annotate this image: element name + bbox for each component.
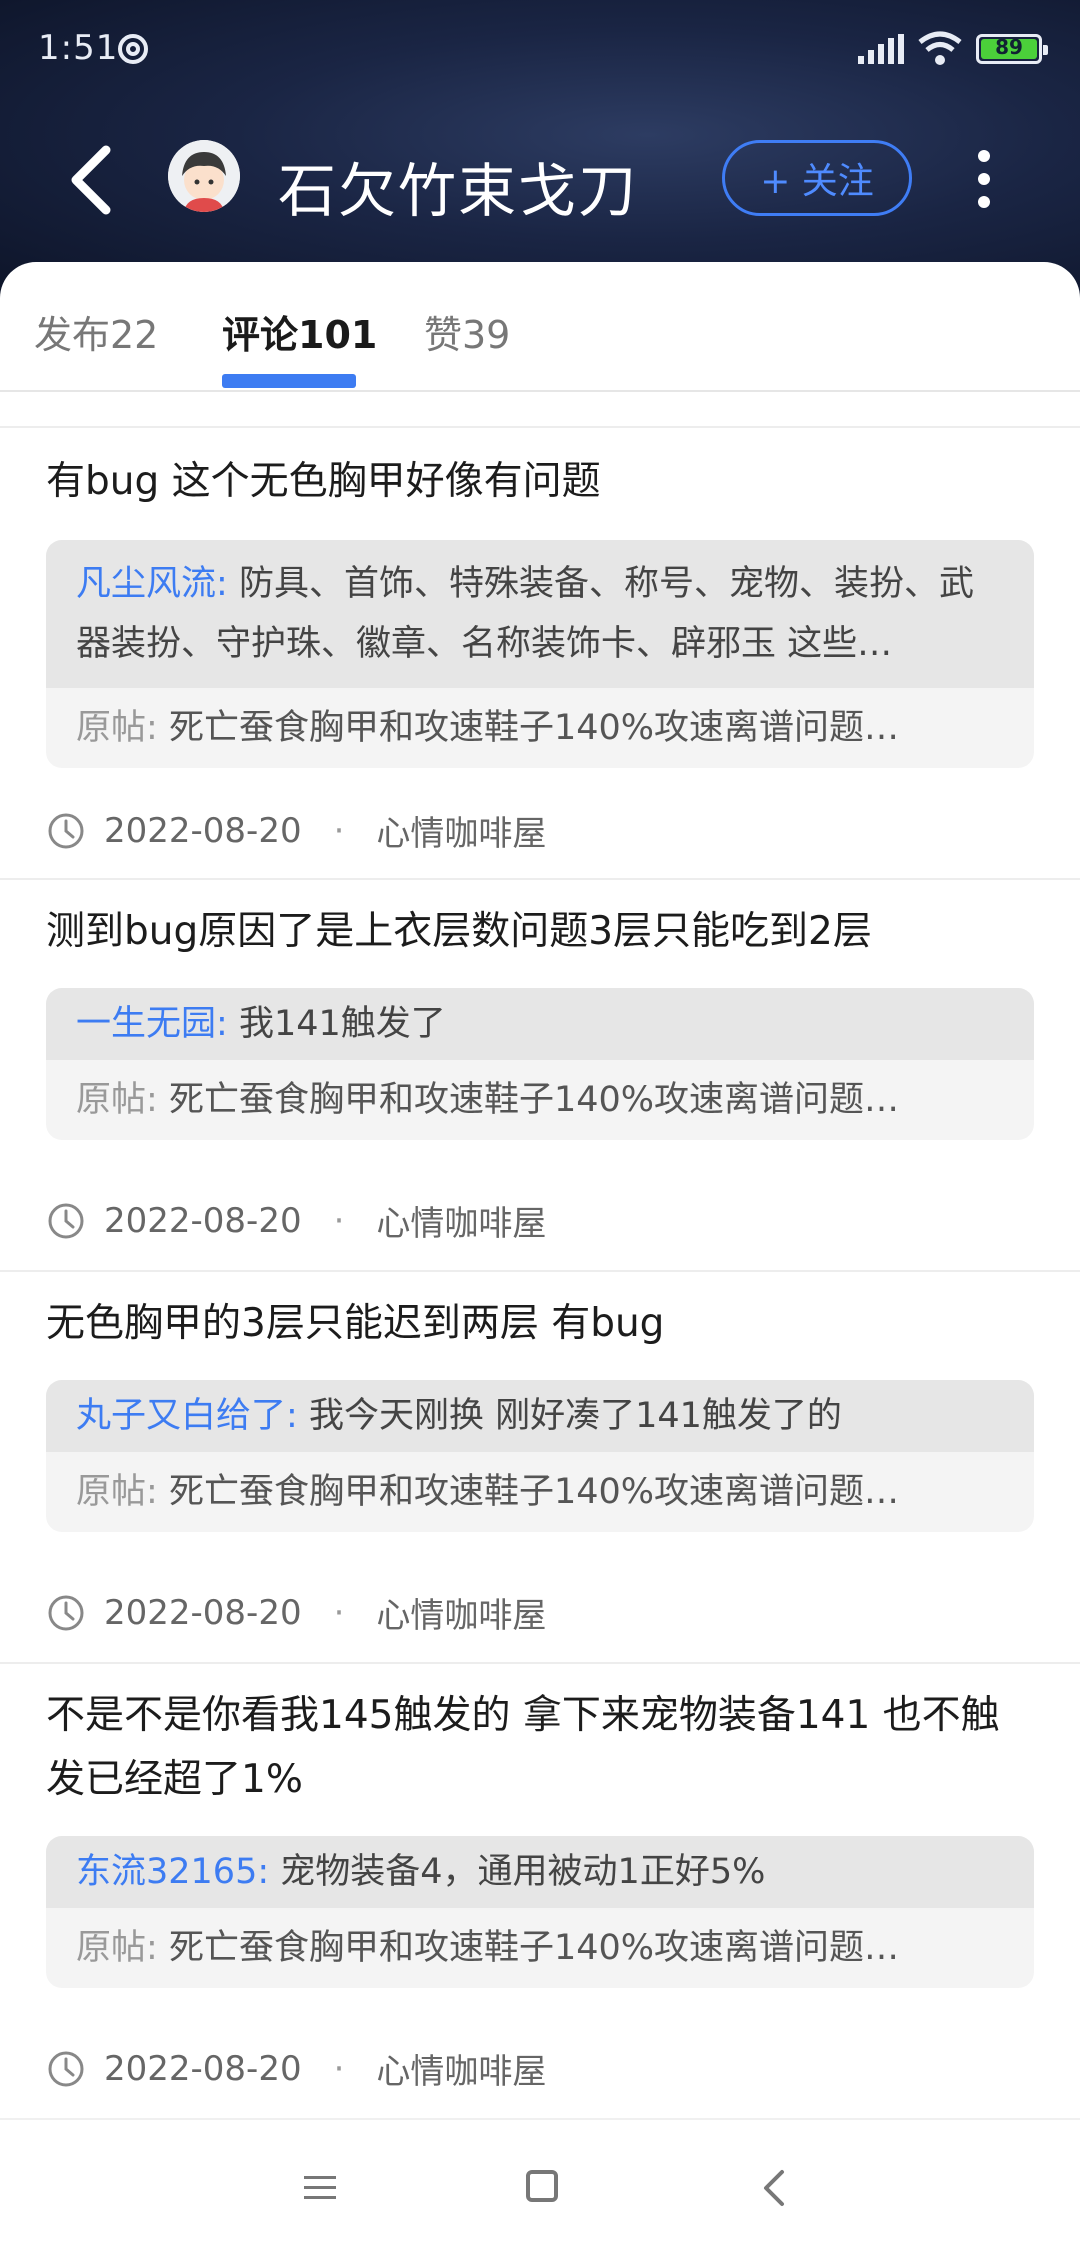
- tab-bar: 发布22 评论101 赞39: [0, 262, 1080, 392]
- status-time: 1:51: [38, 28, 119, 68]
- comment-item[interactable]: 无色胸甲的3层只能迟到两层 有bug 丸子又白给了: 我今天刚换 刚好凑了141…: [0, 1270, 1080, 1662]
- original-post[interactable]: 原帖: 死亡蚕食胸甲和攻速鞋子140%攻速离谱问题…: [46, 1060, 1034, 1140]
- forum-name[interactable]: 心情咖啡屋: [376, 806, 546, 855]
- comment-text: 不是不是你看我145触发的 拿下来宠物装备141 也不触发已经超了1%: [46, 1693, 1000, 1802]
- comment-item[interactable]: 测到bug原因了是上衣层数问题3层只能吃到2层 一生无园: 我141触发了 原帖…: [0, 878, 1080, 1270]
- original-post-label: 原帖:: [76, 1080, 158, 1120]
- comment-meta: 2022-08-20 · 心情咖啡屋: [46, 806, 546, 855]
- reply-user[interactable]: 丸子又白给了:: [76, 1396, 298, 1436]
- comment-meta: 2022-08-20 · 心情咖啡屋: [46, 1196, 546, 1245]
- comment-text: 测到bug原因了是上衣层数问题3层只能吃到2层: [46, 909, 872, 954]
- comment-item[interactable]: 不是不是你看我145触发的 拿下来宠物装备141 也不触发已经超了1% 东流32…: [0, 1662, 1080, 2118]
- profile-nav: 石欠竹束戈刀 + 关注: [0, 100, 1080, 260]
- comment-meta: 2022-08-20 · 心情咖啡屋: [46, 2044, 546, 2093]
- reply-text: 我今天刚换 刚好凑了141触发了的: [308, 1396, 842, 1436]
- original-post-title: 死亡蚕食胸甲和攻速鞋子140%攻速离谱问题…: [168, 1928, 900, 1968]
- reply-content: 凡尘风流: 防具、首饰、特殊装备、称号、宠物、装扮、武器装扮、守护珠、徽章、名称…: [46, 540, 1034, 688]
- follow-button[interactable]: + 关注: [722, 140, 912, 216]
- reply-text: 宠物装备4，通用被动1正好5%: [280, 1852, 766, 1892]
- reply-user[interactable]: 凡尘风流:: [76, 564, 228, 604]
- original-post-title: 死亡蚕食胸甲和攻速鞋子140%攻速离谱问题…: [168, 1472, 900, 1512]
- wifi-icon: [918, 31, 962, 65]
- system-back-icon[interactable]: [760, 2168, 788, 2208]
- comment-item[interactable]: 有bug 这个无色胸甲好像有问题 凡尘风流: 防具、首饰、特殊装备、称号、宠物、…: [0, 426, 1080, 878]
- system-nav-bar: [0, 2118, 1080, 2248]
- original-post[interactable]: 原帖: 死亡蚕食胸甲和攻速鞋子140%攻速离谱问题…: [46, 1908, 1034, 1988]
- sync-icon: [118, 34, 148, 64]
- clock-icon: [48, 813, 84, 848]
- original-post[interactable]: 原帖: 死亡蚕食胸甲和攻速鞋子140%攻速离谱问题…: [46, 688, 1034, 768]
- forum-name[interactable]: 心情咖啡屋: [376, 1196, 546, 1245]
- reply-user[interactable]: 一生无园:: [76, 1004, 228, 1044]
- forum-name[interactable]: 心情咖啡屋: [376, 2044, 546, 2093]
- battery-level: 89: [995, 35, 1023, 59]
- comment-date: 2022-08-20: [104, 1592, 302, 1633]
- signal-icon: [858, 34, 904, 64]
- back-arrow-icon[interactable]: [62, 142, 122, 218]
- comment-meta: 2022-08-20 · 心情咖啡屋: [46, 1588, 546, 1637]
- battery-icon: 89: [976, 34, 1048, 64]
- reply-quote[interactable]: 东流32165: 宠物装备4，通用被动1正好5% 原帖: 死亡蚕食胸甲和攻速鞋子…: [46, 1836, 1034, 1988]
- original-post[interactable]: 原帖: 死亡蚕食胸甲和攻速鞋子140%攻速离谱问题…: [46, 1452, 1034, 1532]
- original-post-label: 原帖:: [76, 708, 158, 748]
- forum-name[interactable]: 心情咖啡屋: [376, 1588, 546, 1637]
- reply-content: 一生无园: 我141触发了: [46, 988, 1034, 1060]
- more-options-icon[interactable]: [964, 146, 1004, 214]
- username: 石欠竹束戈刀: [278, 157, 639, 225]
- reply-user[interactable]: 东流32165:: [76, 1852, 269, 1892]
- comment-date: 2022-08-20: [104, 810, 302, 851]
- clock-icon: [48, 2051, 84, 2086]
- tab-comments[interactable]: 评论101: [222, 304, 377, 359]
- clock-icon: [48, 1203, 84, 1238]
- comment-date: 2022-08-20: [104, 1200, 302, 1241]
- status-bar: 1:51 89: [0, 0, 1080, 100]
- reply-quote[interactable]: 一生无园: 我141触发了 原帖: 死亡蚕食胸甲和攻速鞋子140%攻速离谱问题…: [46, 988, 1034, 1140]
- original-post-title: 死亡蚕食胸甲和攻速鞋子140%攻速离谱问题…: [168, 708, 900, 748]
- reply-quote[interactable]: 凡尘风流: 防具、首饰、特殊装备、称号、宠物、装扮、武器装扮、守护珠、徽章、名称…: [46, 540, 1034, 768]
- menu-icon[interactable]: [302, 2172, 338, 2204]
- tab-likes[interactable]: 赞39: [424, 304, 510, 359]
- original-post-label: 原帖:: [76, 1928, 158, 1968]
- comment-date: 2022-08-20: [104, 2048, 302, 2089]
- content-sheet: 发布22 评论101 赞39 有bug 这个无色胸甲好像有问题 凡尘风流: 防具…: [0, 262, 1080, 2248]
- reply-content: 东流32165: 宠物装备4，通用被动1正好5%: [46, 1836, 1034, 1908]
- tab-posts[interactable]: 发布22: [34, 304, 158, 359]
- clock-icon: [48, 1595, 84, 1630]
- comment-text: 有bug 这个无色胸甲好像有问题: [46, 459, 601, 504]
- comment-text: 无色胸甲的3层只能迟到两层 有bug: [46, 1301, 665, 1346]
- active-tab-indicator: [222, 374, 356, 388]
- avatar[interactable]: [168, 140, 240, 212]
- home-square-icon[interactable]: [526, 2170, 558, 2202]
- reply-quote[interactable]: 丸子又白给了: 我今天刚换 刚好凑了141触发了的 原帖: 死亡蚕食胸甲和攻速鞋…: [46, 1380, 1034, 1532]
- reply-content: 丸子又白给了: 我今天刚换 刚好凑了141触发了的: [46, 1380, 1034, 1452]
- original-post-title: 死亡蚕食胸甲和攻速鞋子140%攻速离谱问题…: [168, 1080, 900, 1120]
- reply-text: 我141触发了: [238, 1004, 446, 1044]
- original-post-label: 原帖:: [76, 1472, 158, 1512]
